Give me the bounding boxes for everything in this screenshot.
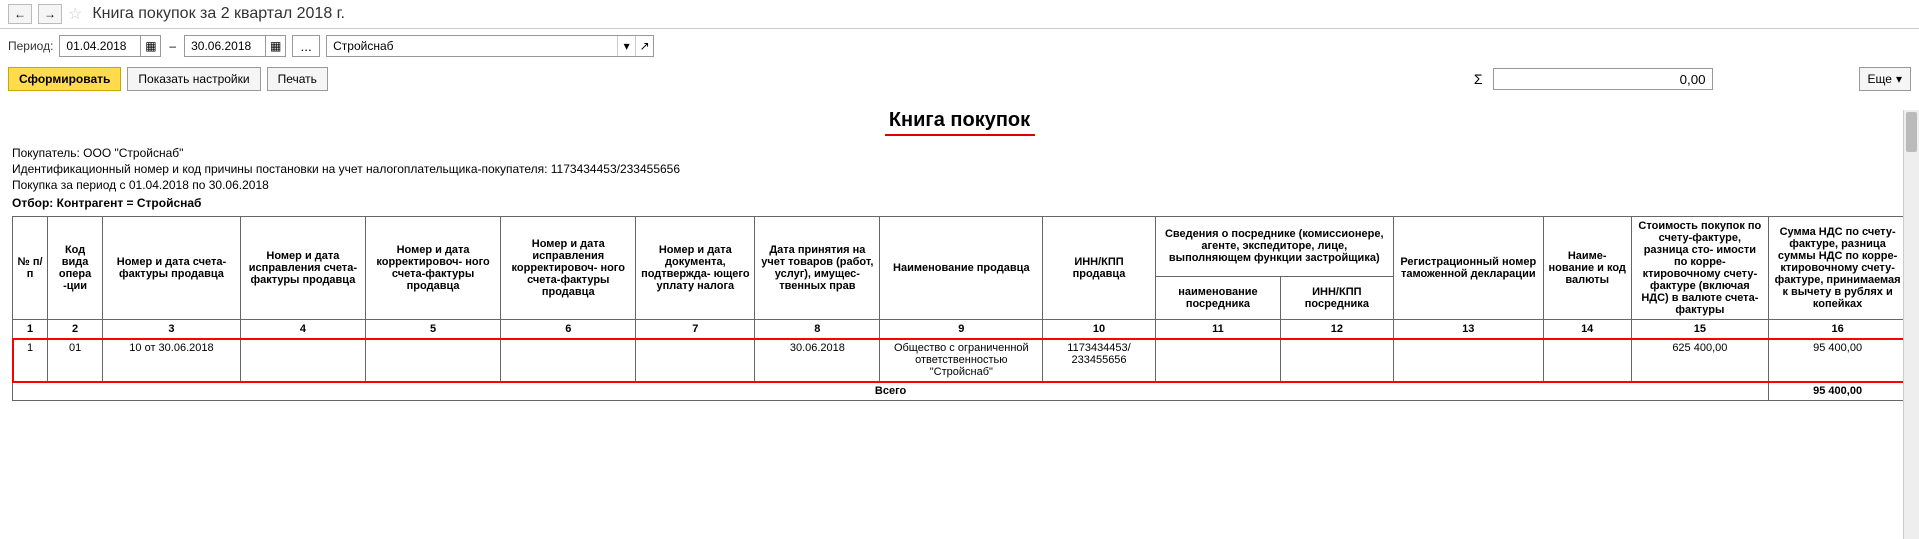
filter-line: Отбор: Контрагент = Стройснаб [12, 196, 1907, 210]
nav-back-button[interactable]: ← [8, 4, 32, 24]
col-num: 13 [1393, 320, 1543, 339]
print-button[interactable]: Печать [267, 67, 328, 91]
sum-field[interactable] [1493, 68, 1713, 90]
show-settings-button[interactable]: Показать настройки [127, 67, 260, 91]
col-num: 1 [13, 320, 48, 339]
date-separator: – [169, 39, 176, 53]
cell [636, 339, 755, 382]
scrollbar-thumb[interactable] [1906, 112, 1917, 152]
col-num: 7 [636, 320, 755, 339]
date-to-input[interactable] [185, 37, 265, 55]
cell: 1173434453/ 233455656 [1043, 339, 1156, 382]
col-num: 12 [1281, 320, 1394, 339]
more-label: Еще [1868, 72, 1892, 86]
purchases-table: № п/п Код вида опера -ции Номер и дата с… [12, 216, 1907, 401]
open-external-icon[interactable]: ↗ [635, 36, 653, 56]
total-value: 95 400,00 [1769, 382, 1907, 401]
col-header: Сумма НДС по счету-фактуре, разница сумм… [1769, 217, 1907, 320]
cell [240, 339, 365, 382]
report-title: Книга покупок [12, 109, 1907, 132]
inn-line: Идентификационный номер и код причины по… [12, 162, 1907, 176]
col-header: ИНН/КПП продавца [1043, 217, 1156, 320]
date-to-field[interactable]: ▦ [184, 35, 286, 57]
cell [1281, 339, 1394, 382]
total-row: Всего 95 400,00 [13, 382, 1907, 401]
col-header: Наименование продавца [880, 217, 1043, 320]
col-header: Сведения о посреднике (комиссионере, аге… [1155, 217, 1393, 277]
period-picker-button[interactable]: ... [292, 35, 320, 57]
col-num: 5 [365, 320, 500, 339]
chevron-down-icon: ▾ [1896, 72, 1902, 86]
col-num: 4 [240, 320, 365, 339]
page-title: Книга покупок за 2 квартал 2018 г. [92, 5, 345, 23]
total-label: Всего [13, 382, 1769, 401]
cell [1155, 339, 1280, 382]
cell: 625 400,00 [1631, 339, 1769, 382]
col-header: Регистрационный номер таможенной деклара… [1393, 217, 1543, 320]
col-num: 3 [103, 320, 241, 339]
col-header: № п/п [13, 217, 48, 320]
col-num: 11 [1155, 320, 1280, 339]
col-header: Стоимость покупок по счету-фактуре, разн… [1631, 217, 1769, 320]
col-num: 14 [1543, 320, 1631, 339]
col-header: Номер и дата исправления корректировоч- … [501, 217, 636, 320]
nav-forward-button[interactable]: → [38, 4, 62, 24]
col-num: 16 [1769, 320, 1907, 339]
cell: 01 [48, 339, 103, 382]
col-header: Наиме- нование и код валюты [1543, 217, 1631, 320]
buyer-line: Покупатель: ООО "Стройснаб" [12, 146, 1907, 160]
col-num: 9 [880, 320, 1043, 339]
cell [1543, 339, 1631, 382]
cell [1393, 339, 1543, 382]
col-num: 15 [1631, 320, 1769, 339]
org-input[interactable] [327, 37, 617, 55]
date-from-input[interactable] [60, 37, 140, 55]
cell: 30.06.2018 [755, 339, 880, 382]
col-header: наименование посредника [1155, 276, 1280, 319]
cell [501, 339, 636, 382]
chevron-down-icon[interactable]: ▾ [617, 36, 635, 56]
col-num: 10 [1043, 320, 1156, 339]
col-header: Номер и дата счета-фактуры продавца [103, 217, 241, 320]
col-num: 8 [755, 320, 880, 339]
table-row[interactable]: 1 01 10 от 30.06.2018 30.06.2018 Обществ… [13, 339, 1907, 382]
form-button[interactable]: Сформировать [8, 67, 121, 91]
period-line: Покупка за период с 01.04.2018 по 30.06.… [12, 178, 1907, 192]
col-header: Номер и дата исправления счета-фактуры п… [240, 217, 365, 320]
favorite-icon[interactable]: ☆ [68, 4, 82, 24]
period-label: Период: [8, 39, 53, 53]
more-button[interactable]: Еще ▾ [1859, 67, 1911, 91]
org-field[interactable]: ▾ ↗ [326, 35, 654, 57]
cell: 1 [13, 339, 48, 382]
col-num: 6 [501, 320, 636, 339]
date-from-field[interactable]: ▦ [59, 35, 161, 57]
col-header: Номер и дата документа, подтвержда- ющег… [636, 217, 755, 320]
title-underline [885, 134, 1035, 136]
cell [365, 339, 500, 382]
col-header: ИНН/КПП посредника [1281, 276, 1394, 319]
cell: 95 400,00 [1769, 339, 1907, 382]
col-header: Код вида опера -ции [48, 217, 103, 320]
calendar-icon[interactable]: ▦ [140, 36, 160, 56]
calendar-icon[interactable]: ▦ [265, 36, 285, 56]
col-num: 2 [48, 320, 103, 339]
cell: 10 от 30.06.2018 [103, 339, 241, 382]
cell: Общество с ограниченной ответственностью… [880, 339, 1043, 382]
col-header: Дата принятия на учет товаров (работ, ус… [755, 217, 880, 320]
vertical-scrollbar[interactable] [1903, 110, 1919, 539]
sigma-icon: Σ [1474, 71, 1483, 87]
col-header: Номер и дата корректировоч- ного счета-ф… [365, 217, 500, 320]
